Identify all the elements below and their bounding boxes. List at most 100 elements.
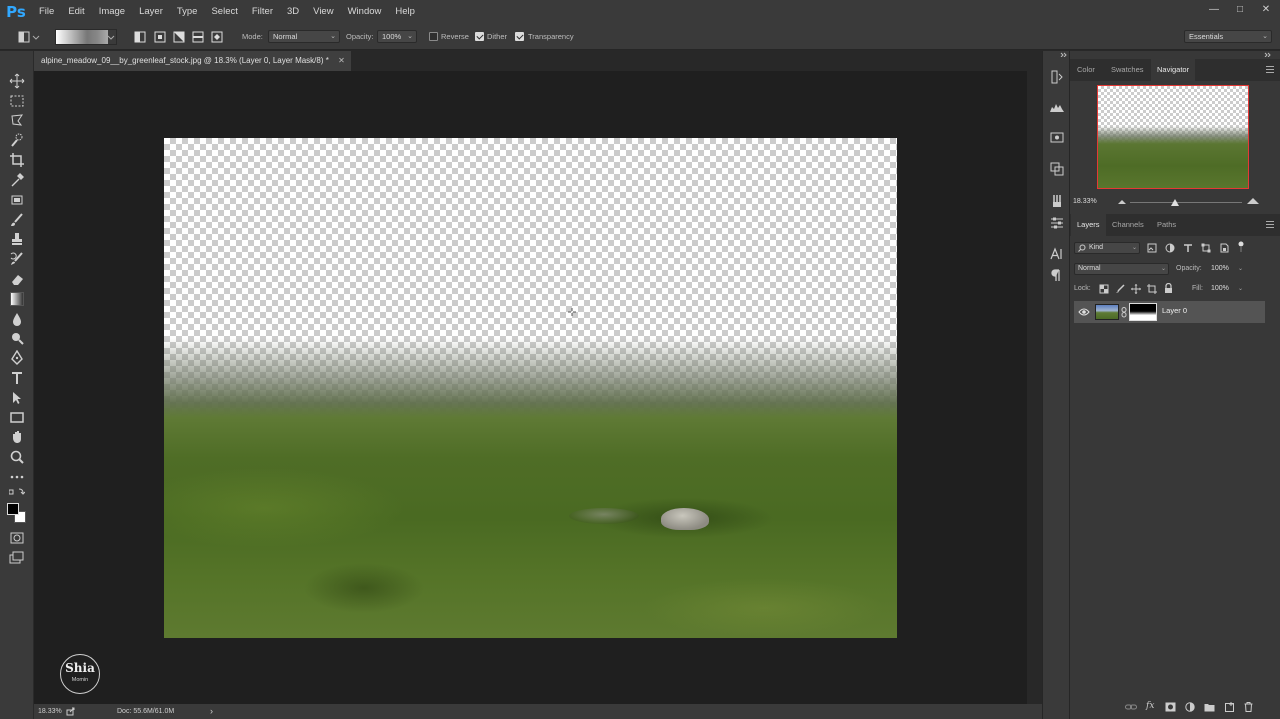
- fx-icon[interactable]: fx: [1146, 701, 1154, 711]
- mode-select[interactable]: Normal ⌄: [268, 30, 340, 43]
- gradient-tool-icon[interactable]: [9, 291, 25, 307]
- status-zoom[interactable]: 18.33%: [38, 704, 62, 719]
- layer-mask-thumbnail[interactable]: [1129, 303, 1157, 321]
- lock-position-icon[interactable]: [1131, 284, 1141, 294]
- gradient-picker[interactable]: [55, 29, 117, 45]
- tab-layers[interactable]: Layers: [1071, 214, 1106, 236]
- smart-object-filter-icon[interactable]: [1219, 243, 1229, 253]
- transparency-checkbox[interactable]: [515, 32, 524, 41]
- paragraph-panel-icon[interactable]: [1049, 267, 1065, 283]
- move-tool-icon[interactable]: [9, 73, 25, 89]
- quick-mask-icon[interactable]: [9, 531, 25, 547]
- minimize-button[interactable]: —: [1208, 4, 1220, 16]
- menu-window[interactable]: Window: [341, 0, 389, 24]
- pixel-layer-filter-icon[interactable]: [1147, 243, 1157, 253]
- maximize-button[interactable]: □: [1234, 4, 1246, 16]
- layer-thumbnail[interactable]: [1095, 304, 1119, 320]
- new-group-icon[interactable]: [1204, 702, 1215, 712]
- lock-image-pixels-icon[interactable]: [1115, 284, 1125, 294]
- tab-navigator[interactable]: Navigator: [1151, 59, 1196, 81]
- pen-tool-icon[interactable]: [9, 350, 25, 366]
- history-panel-icon[interactable]: [1049, 69, 1065, 85]
- tab-channels[interactable]: Channels: [1106, 214, 1150, 236]
- adjustments-icon[interactable]: [1049, 215, 1065, 231]
- tab-color[interactable]: Color: [1071, 59, 1101, 81]
- collapse-arrows-icon[interactable]: [1060, 52, 1068, 57]
- share-icon[interactable]: [66, 707, 75, 716]
- panel-menu-icon[interactable]: [1266, 221, 1274, 228]
- new-layer-icon[interactable]: [1225, 702, 1235, 712]
- document-canvas[interactable]: [164, 138, 897, 638]
- crop-tool-icon[interactable]: [9, 152, 25, 168]
- fill-field[interactable]: 100% ⌄: [1207, 283, 1246, 295]
- history-brush-tool-icon[interactable]: [9, 251, 25, 267]
- rectangle-tool-icon[interactable]: [9, 409, 25, 425]
- eraser-tool-icon[interactable]: [9, 271, 25, 287]
- collapse-arrows-icon[interactable]: [1264, 52, 1272, 57]
- reverse-checkbox[interactable]: [429, 32, 438, 41]
- type-layer-filter-icon[interactable]: [1183, 243, 1193, 253]
- menu-file[interactable]: File: [32, 0, 61, 24]
- document-tab[interactable]: alpine_meadow_09__by_greenleaf_stock.jpg…: [34, 51, 351, 71]
- trash-icon[interactable]: [1244, 702, 1253, 712]
- info-panel-icon[interactable]: [1049, 130, 1065, 146]
- shape-layer-filter-icon[interactable]: [1201, 243, 1211, 253]
- eyedropper-tool-icon[interactable]: [9, 172, 25, 188]
- status-menu-arrow[interactable]: ›: [210, 704, 213, 719]
- lock-all-icon[interactable]: [1164, 283, 1173, 294]
- blur-tool-icon[interactable]: [9, 311, 25, 327]
- more-tools-icon[interactable]: [9, 469, 25, 485]
- menu-layer[interactable]: Layer: [132, 0, 170, 24]
- opacity-field[interactable]: 100% ⌄: [377, 30, 417, 43]
- lock-transparent-pixels-icon[interactable]: [1099, 284, 1109, 294]
- zoom-slider-thumb[interactable]: [1171, 199, 1179, 206]
- filter-toggle-icon[interactable]: [1237, 241, 1245, 253]
- menu-image[interactable]: Image: [92, 0, 132, 24]
- layer-filter-kind[interactable]: Kind ⌄: [1074, 242, 1140, 254]
- eye-icon[interactable]: [1078, 307, 1090, 317]
- path-selection-tool-icon[interactable]: [9, 390, 25, 406]
- angle-gradient-icon[interactable]: [173, 29, 187, 45]
- dither-checkbox[interactable]: [475, 32, 484, 41]
- tool-preset-picker[interactable]: [16, 29, 40, 45]
- radial-gradient-icon[interactable]: [154, 29, 168, 45]
- lock-artboard-icon[interactable]: [1147, 284, 1157, 294]
- menu-filter[interactable]: Filter: [245, 0, 280, 24]
- tab-swatches[interactable]: Swatches: [1105, 59, 1150, 81]
- workspace-select[interactable]: Essentials ⌄: [1184, 30, 1272, 43]
- tab-paths[interactable]: Paths: [1151, 214, 1182, 236]
- navigator-thumbnail[interactable]: [1097, 85, 1249, 189]
- diamond-gradient-icon[interactable]: [211, 29, 225, 45]
- layer-row[interactable]: Layer 0: [1074, 301, 1265, 323]
- layer-name[interactable]: Layer 0: [1162, 306, 1187, 315]
- clone-stamp-tool-icon[interactable]: [9, 231, 25, 247]
- close-tab-icon[interactable]: ✕: [338, 51, 345, 71]
- navigator-zoom-value[interactable]: 18.33%: [1073, 198, 1097, 205]
- type-tool-icon[interactable]: [9, 370, 25, 386]
- brush-tool-icon[interactable]: [9, 212, 25, 228]
- zoom-tool-icon[interactable]: [9, 449, 25, 465]
- menu-edit[interactable]: Edit: [61, 0, 91, 24]
- hand-tool-icon[interactable]: [9, 429, 25, 445]
- new-adjustment-layer-icon[interactable]: [1185, 702, 1195, 712]
- frame-tool-icon[interactable]: [9, 192, 25, 208]
- character-panel-icon[interactable]: [1049, 246, 1065, 262]
- menu-3d[interactable]: 3D: [280, 0, 306, 24]
- linear-gradient-icon[interactable]: [134, 29, 148, 45]
- adjustment-layer-filter-icon[interactable]: [1165, 243, 1175, 253]
- quick-selection-tool-icon[interactable]: [9, 132, 25, 148]
- zoom-slider-track[interactable]: [1130, 202, 1242, 203]
- zoom-out-icon[interactable]: [1118, 199, 1126, 205]
- histogram-icon[interactable]: [1049, 99, 1065, 115]
- link-chain-icon[interactable]: [1121, 307, 1127, 318]
- panel-menu-icon[interactable]: [1266, 66, 1274, 73]
- swap-colors-icon[interactable]: [9, 488, 25, 504]
- screen-mode-icon[interactable]: [9, 551, 25, 567]
- blend-mode-select[interactable]: Normal ⌄: [1074, 263, 1169, 275]
- add-mask-icon[interactable]: [1165, 702, 1176, 712]
- menu-select[interactable]: Select: [204, 0, 244, 24]
- menu-view[interactable]: View: [306, 0, 340, 24]
- brush-presets-icon[interactable]: [1049, 193, 1065, 209]
- menu-help[interactable]: Help: [388, 0, 422, 24]
- menu-type[interactable]: Type: [170, 0, 205, 24]
